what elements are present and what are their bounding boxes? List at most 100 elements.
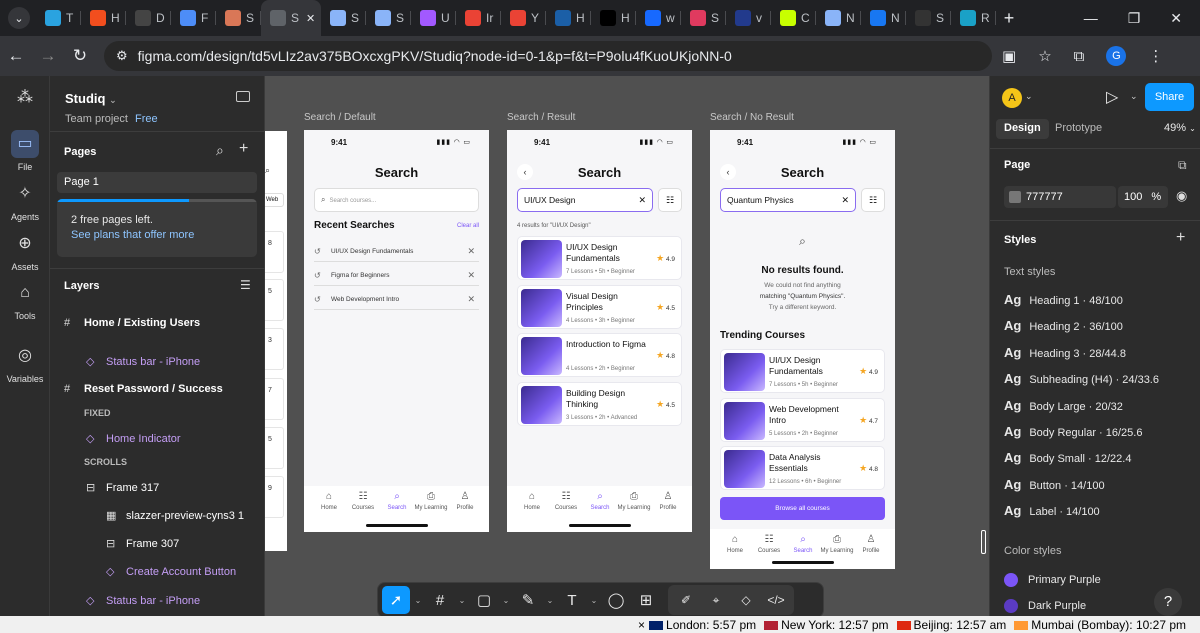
course-card[interactable]: Web Development Intro 5 Lessons • 2h • Be… [720, 397, 885, 442]
chevron-down-icon[interactable]: ⌄ [588, 586, 600, 614]
nav-item-profile[interactable]: ♙ Profile [651, 491, 685, 511]
share-button[interactable]: Share [1145, 83, 1194, 111]
add-style-plus-icon[interactable]: + [1176, 229, 1185, 247]
plan-badge[interactable]: Free [135, 113, 158, 125]
browser-tab[interactable]: H [591, 0, 636, 36]
rail-item-assets[interactable]: ⊕ Assets [0, 230, 50, 272]
recent-search-item[interactable]: ↺ UI/UX Design Fundamentals ✕ [314, 240, 479, 262]
browse-all-button[interactable]: Browse all courses [720, 497, 885, 520]
course-card[interactable]: Introduction to Figma 4 Lessons • 2h • Be… [517, 333, 682, 377]
design-canvas[interactable]: ⌕ Web 8 5 3 7 5 9 Search / Default Search / R… [265, 76, 989, 616]
nav-item-my-learning[interactable]: ⎙ My Learning [820, 534, 854, 554]
color-style-item[interactable]: Dark Purple [1004, 599, 1086, 613]
browser-tab[interactable]: Ir [456, 0, 501, 36]
text-style-item[interactable]: Ag Button · 14/100 [1004, 477, 1105, 492]
profile-avatar[interactable]: G [1106, 46, 1127, 66]
nav-item-my-learning[interactable]: ⎙ My Learning [414, 491, 448, 511]
browser-tab[interactable]: R [951, 0, 996, 36]
reload-icon[interactable]: ↻ [64, 46, 96, 66]
chevron-down-icon[interactable]: ⌄ [412, 586, 424, 614]
filter-sliders-icon[interactable]: ☷ [658, 188, 682, 212]
browser-tab[interactable]: w [636, 0, 681, 36]
text-style-item[interactable]: Ag Heading 3 · 28/44.8 [1004, 345, 1126, 360]
nav-item-search[interactable]: ⌕ Search [583, 491, 617, 511]
browser-tab[interactable]: D [126, 0, 171, 36]
nav-item-my-learning[interactable]: ⎙ My Learning [617, 491, 651, 511]
browser-tab[interactable]: S [681, 0, 726, 36]
help-button[interactable]: ? [1154, 588, 1182, 616]
course-card[interactable]: UI/UX Design Fundamentals 7 Lessons • 5h … [720, 349, 885, 393]
layer-item[interactable]: # Home / Existing Users [64, 317, 279, 329]
course-card[interactable]: Data Analysis Essentials 12 Lessons • 6h … [720, 446, 885, 490]
figma-logo-icon[interactable]: ⁂ [0, 84, 50, 116]
rail-item-file[interactable]: ▭ File [0, 130, 50, 172]
close-window-icon[interactable]: ✕ [1170, 10, 1182, 27]
frame-search-result[interactable]: 9:41 ▮▮▮ ◠ ▭ ‹ Search UI/UX Design ✕ ☷ 4 r… [507, 130, 692, 532]
see-plans-link[interactable]: See plans that offer more [57, 226, 257, 241]
component-mode[interactable]: ◇ [732, 586, 760, 614]
frame-search-default[interactable]: 9:41 ▮▮▮ ◠ ▭ Search ⌕ Search courses... Re… [304, 130, 489, 532]
browser-tab[interactable]: T [36, 0, 81, 36]
search-icon[interactable]: ⌕ [216, 142, 224, 159]
tab-prototype[interactable]: Prototype [1055, 122, 1102, 134]
text-style-item[interactable]: Ag Body Large · 20/32 [1004, 398, 1123, 413]
shape-tool[interactable]: ▢ [470, 586, 498, 614]
frame-label-result[interactable]: Search / Result [507, 112, 575, 123]
url-text[interactable]: figma.com/design/td5vLIz2av375BOxcxgPKV/… [138, 48, 732, 64]
partial-frame[interactable]: ⌕ Web 8 5 3 7 5 9 [265, 131, 287, 551]
back-arrow-icon[interactable]: ← [0, 46, 32, 66]
search-input[interactable]: Quantum Physics ✕ [720, 188, 856, 212]
browser-tab[interactable]: S [216, 0, 261, 36]
browser-tab[interactable]: F [171, 0, 216, 36]
cast-icon[interactable]: ▣ [1002, 47, 1016, 65]
color-style-item[interactable]: Primary Purple [1004, 573, 1101, 587]
nav-item-profile[interactable]: ♙ Profile [448, 491, 482, 511]
address-bar[interactable]: ⚙ figma.com/design/td5vLIz2av375BOxcxgPK… [104, 41, 992, 71]
browser-tab[interactable]: v [726, 0, 771, 36]
nav-item-search[interactable]: ⌕ Search [786, 534, 820, 554]
chevron-down-icon[interactable]: ⌄ [456, 586, 468, 614]
text-tool[interactable]: T [558, 586, 586, 614]
rail-item-agents[interactable]: ✧ Agents [0, 180, 50, 222]
browser-tab[interactable]: S [906, 0, 951, 36]
visibility-eye-icon[interactable]: ◉ [1176, 188, 1187, 204]
nav-item-courses[interactable]: ☷ Courses [752, 534, 786, 554]
nav-item-courses[interactable]: ☷ Courses [346, 491, 380, 511]
browser-menu-icon[interactable]: ⋮ [1148, 47, 1163, 65]
nav-item-home[interactable]: ⌂ Home [718, 534, 752, 554]
browser-tab[interactable]: N [816, 0, 861, 36]
new-tab-plus-icon[interactable]: + [996, 8, 1022, 29]
browser-tab[interactable]: C [771, 0, 816, 36]
remove-x-icon[interactable]: ✕ [467, 294, 475, 305]
course-card[interactable]: UI/UX Design Fundamentals 7 Lessons • 5h … [517, 236, 682, 280]
chevron-down-icon[interactable]: ⌄ [500, 586, 512, 614]
frame-tool[interactable]: # [426, 586, 454, 614]
nav-item-search[interactable]: ⌕ Search [380, 491, 414, 511]
canvas-resize-handle[interactable] [981, 530, 986, 554]
text-style-item[interactable]: Ag Subheading (H4) · 24/33.6 [1004, 371, 1159, 386]
chevron-down-icon[interactable]: ⌄ [544, 586, 556, 614]
remove-x-icon[interactable]: ✕ [467, 270, 475, 281]
site-settings-icon[interactable]: ⚙ [116, 48, 128, 64]
rail-item-variables[interactable]: ◎ Variables [0, 342, 50, 384]
frame-label-default[interactable]: Search / Default [304, 112, 376, 123]
frame-label-no-result[interactable]: Search / No Result [710, 112, 794, 123]
nav-item-home[interactable]: ⌂ Home [312, 491, 346, 511]
search-input[interactable]: UI/UX Design ✕ [517, 188, 653, 212]
dev-mode[interactable]: </> [762, 586, 790, 614]
pen-tool[interactable]: ✎ [514, 586, 542, 614]
text-style-item[interactable]: Ag Heading 1 · 48/100 [1004, 292, 1123, 307]
restore-icon[interactable]: ❐ [1128, 10, 1141, 27]
browser-tab[interactable]: H [546, 0, 591, 36]
search-input[interactable]: ⌕ Search courses... [314, 188, 479, 212]
draw-mode[interactable]: ✐ [672, 586, 700, 614]
filter-sliders-icon[interactable]: ☷ [861, 188, 885, 212]
page-item-current[interactable]: Page 1 [57, 172, 257, 193]
clear-all-link[interactable]: Clear all [457, 223, 479, 229]
browser-tab[interactable]: N [861, 0, 906, 36]
browser-tab[interactable]: H [81, 0, 126, 36]
user-avatar[interactable]: A [1002, 88, 1022, 108]
recent-search-item[interactable]: ↺ Web Development Intro ✕ [314, 288, 479, 310]
clear-x-icon[interactable]: ✕ [638, 189, 646, 211]
actions-tool[interactable]: ⊞ [632, 586, 660, 614]
